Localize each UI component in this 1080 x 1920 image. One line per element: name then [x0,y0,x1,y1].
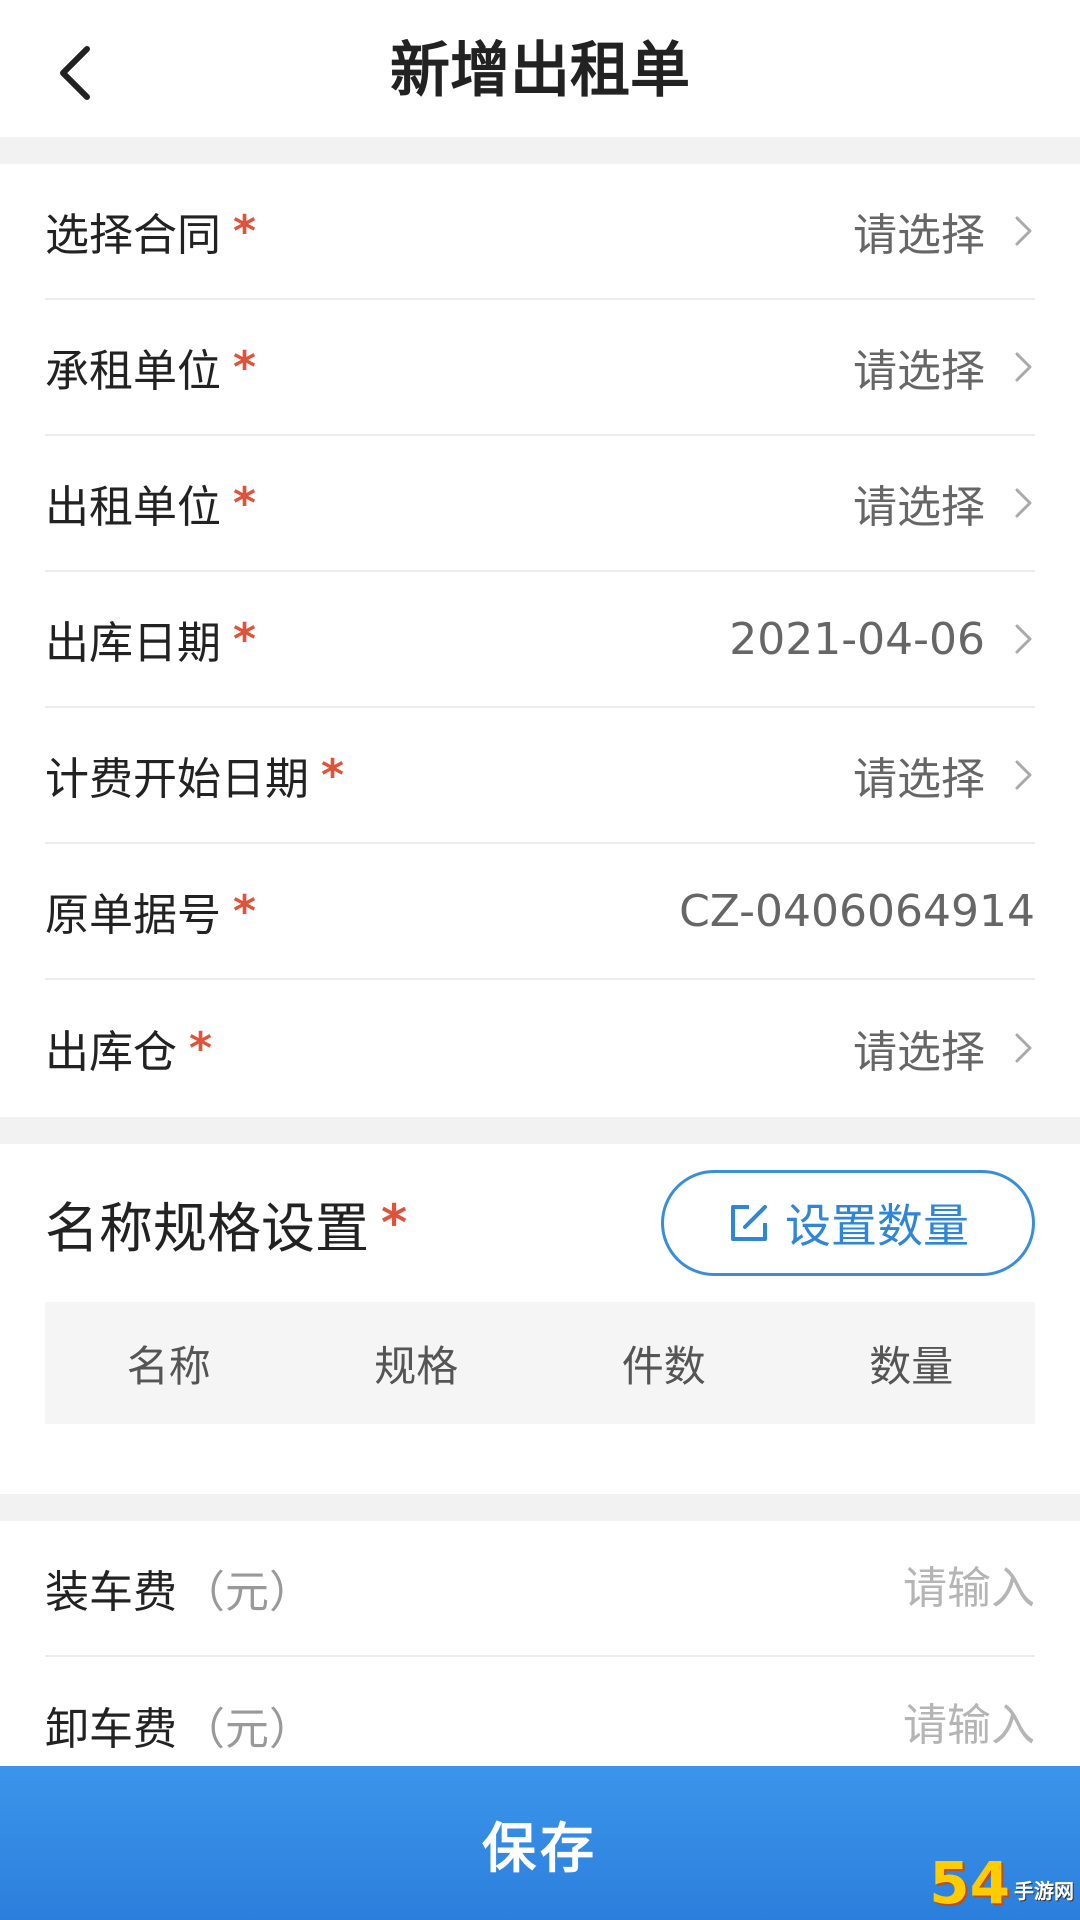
page-title: 新增出租单 [390,36,690,106]
unit-label: （元） [181,1704,313,1755]
row-label: 出库日期 [45,618,221,669]
set-quantity-label: 设置数量 [785,1199,969,1253]
page: 新增出租单 选择合同 * 请选择 承租单位 * 请选择 出租单位 * 请选择 出… [0,0,1080,1920]
section-divider [0,1117,1080,1144]
unloading-fee-label: 卸车费 [45,1704,177,1755]
required-mark: * [381,1194,408,1252]
column-header: 数量 [869,1341,954,1391]
row-value: CZ-0406064914 [679,885,1035,937]
column-header: 规格 [374,1341,459,1391]
watermark-logo: 54 [929,1849,1010,1917]
back-button[interactable] [40,28,110,118]
required-mark: * [233,477,257,529]
chevron-right-icon [1013,1031,1035,1065]
save-label: 保存 [482,1816,598,1880]
row-label: 出租单位 [45,482,221,533]
edit-icon [731,1205,767,1241]
row-label: 出库仓 [45,1027,177,1078]
required-mark: * [189,1022,213,1074]
row-value: 请选择 [853,1027,985,1078]
row-label: 承租单位 [45,346,221,397]
form-row-outbound-date[interactable]: 出库日期 * 2021-04-06 [45,572,1035,708]
watermark-site: 手游网 [1014,1879,1074,1903]
required-mark: * [321,749,345,801]
required-mark: * [233,613,257,665]
chevron-right-icon [1013,350,1035,384]
chevron-right-icon [1013,622,1035,656]
header-bar: 新增出租单 [0,0,1080,137]
row-value: 请选择 [853,346,985,397]
form-row-contract[interactable]: 选择合同 * 请选择 [45,164,1035,300]
loading-fee-input[interactable] [735,1562,1035,1614]
order-form: 选择合同 * 请选择 承租单位 * 请选择 出租单位 * 请选择 出库日期 * … [0,164,1080,1117]
chevron-right-icon [1013,214,1035,248]
unit-label: （元） [181,1567,313,1618]
loading-fee-label: 装车费 [45,1567,177,1618]
section-divider [0,1494,1080,1521]
row-value: 请选择 [853,482,985,533]
spec-table-header: 名称 规格 件数 数量 [45,1302,1035,1424]
spec-title: 名称规格设置 [45,1196,369,1260]
row-value: 请选择 [853,754,985,805]
spec-section: 名称规格设置 * 设置数量 名称 规格 件数 数量 [0,1144,1080,1494]
required-mark: * [233,341,257,393]
column-header: 名称 [126,1341,211,1391]
row-label: 选择合同 [45,210,221,261]
unloading-fee-input[interactable] [735,1699,1035,1751]
row-value: 2021-04-06 [729,613,985,665]
column-header: 件数 [621,1341,706,1391]
spec-header: 名称规格设置 * 设置数量 [45,1144,1035,1302]
form-row-lessee[interactable]: 承租单位 * 请选择 [45,300,1035,436]
chevron-right-icon [1013,486,1035,520]
required-mark: * [233,205,257,257]
row-label: 计费开始日期 [45,754,309,805]
form-row-original-doc-number: 原单据号 * CZ-0406064914 [45,844,1035,980]
form-row-lessor[interactable]: 出租单位 * 请选择 [45,436,1035,572]
save-button[interactable]: 保存 54 手游网 [0,1766,1080,1920]
site-watermark: 54 手游网 [924,1840,1074,1912]
fee-section: 装车费 （元） 卸车费 （元） [0,1521,1080,1766]
form-row-loading-fee: 装车费 （元） [45,1521,1035,1657]
chevron-right-icon [1013,758,1035,792]
row-label: 原单据号 [45,890,221,941]
row-value: 请选择 [853,210,985,261]
required-mark: * [233,885,257,937]
form-row-billing-start-date[interactable]: 计费开始日期 * 请选择 [45,708,1035,844]
section-divider [0,137,1080,164]
chevron-left-icon [60,46,90,100]
set-quantity-button[interactable]: 设置数量 [661,1170,1035,1276]
form-row-warehouse[interactable]: 出库仓 * 请选择 [45,980,1035,1116]
